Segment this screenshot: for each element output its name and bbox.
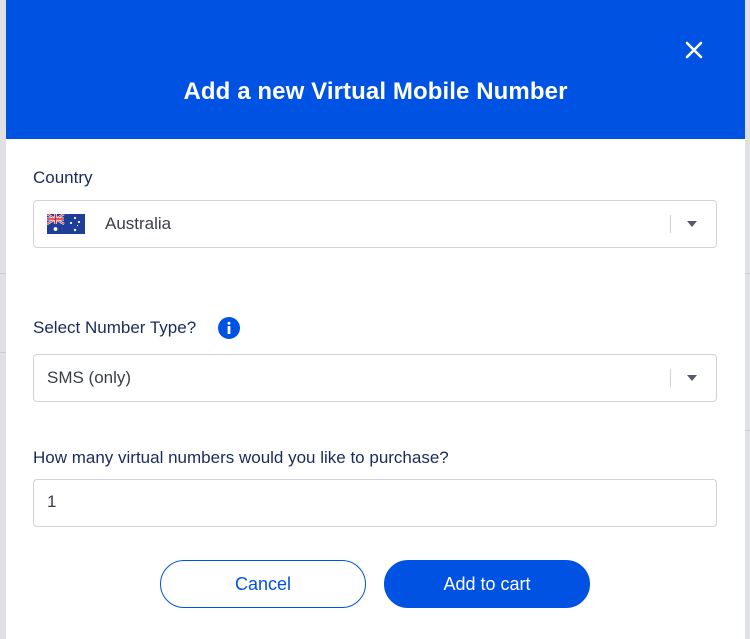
number-type-select[interactable]: SMS (only) xyxy=(33,354,717,402)
select-separator xyxy=(670,369,671,387)
australia-flag-icon xyxy=(47,214,85,234)
cancel-button[interactable]: Cancel xyxy=(160,560,366,608)
chevron-down-icon xyxy=(687,221,697,227)
quantity-input[interactable] xyxy=(34,480,720,524)
backdrop-divider xyxy=(745,273,750,274)
close-button[interactable] xyxy=(682,38,706,62)
country-select[interactable]: Australia xyxy=(33,200,717,248)
modal-header: Add a new Virtual Mobile Number xyxy=(6,0,745,139)
backdrop-divider xyxy=(745,430,750,431)
modal-title: Add a new Virtual Mobile Number xyxy=(183,78,568,105)
quantity-label: How many virtual numbers would you like … xyxy=(33,448,449,467)
add-virtual-number-modal: Add a new Virtual Mobile Number Country … xyxy=(6,0,745,639)
chevron-down-icon xyxy=(687,375,697,381)
quantity-field-wrapper xyxy=(33,479,720,527)
number-type-value: SMS (only) xyxy=(47,368,132,387)
country-value: Australia xyxy=(105,214,172,233)
country-label: Country xyxy=(33,168,93,187)
info-icon[interactable] xyxy=(218,317,240,339)
number-type-label: Select Number Type? xyxy=(33,318,197,337)
close-icon xyxy=(685,41,703,59)
select-separator xyxy=(670,215,671,233)
add-to-cart-button[interactable]: Add to cart xyxy=(384,560,590,608)
